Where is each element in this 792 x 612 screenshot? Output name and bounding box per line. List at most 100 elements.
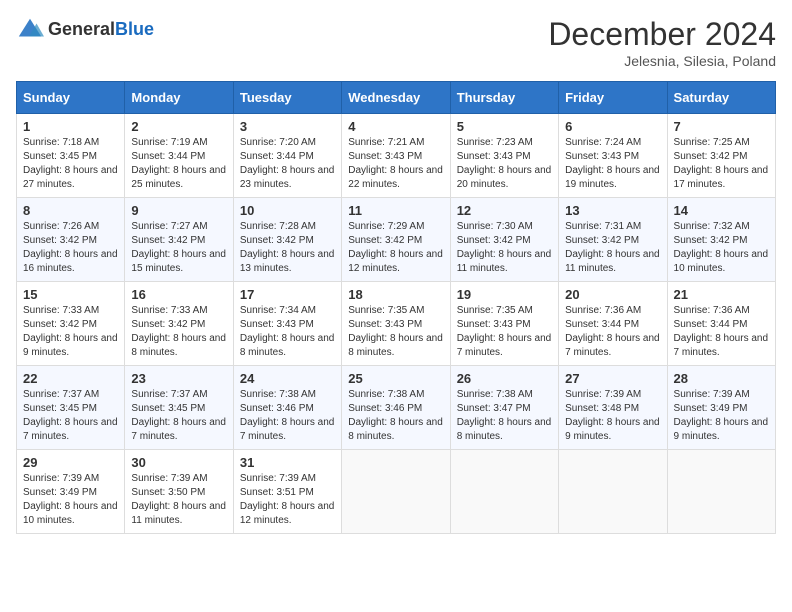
title-area: December 2024 Jelesnia, Silesia, Poland (548, 16, 776, 69)
calendar-week-row: 15 Sunrise: 7:33 AMSunset: 3:42 PMDayligh… (17, 282, 776, 366)
weekday-header-wednesday: Wednesday (342, 82, 450, 114)
calendar-cell: 5Sunrise: 7:23 AMSunset: 3:43 PMDaylight… (450, 114, 558, 198)
calendar-cell: 19Sunrise: 7:35 AMSunset: 3:43 PMDayligh… (450, 282, 558, 366)
day-info: Sunrise: 7:28 AMSunset: 3:42 PMDaylight:… (240, 220, 335, 276)
day-number: 4 (348, 119, 443, 134)
calendar-cell: 18 Sunrise: 7:35 AMSunset: 3:43 PMDayligh… (342, 282, 450, 366)
day-number: 29 (23, 455, 118, 470)
day-info: Sunrise: 7:36 AMSunset: 3:44 PMDaylight:… (565, 304, 660, 360)
day-number: 26 (457, 371, 552, 386)
calendar-cell: 15 Sunrise: 7:33 AMSunset: 3:42 PMDayligh… (17, 282, 125, 366)
day-info: Sunrise: 7:39 AMSunset: 3:49 PMDaylight:… (674, 388, 769, 444)
calendar-cell: 6 Sunrise: 7:24 AMSunset: 3:43 PMDaylight… (559, 114, 667, 198)
day-number: 16 (131, 287, 226, 302)
day-info: Sunrise: 7:21 AMSunset: 3:43 PMDaylight:… (348, 136, 443, 192)
calendar-cell: 30Sunrise: 7:39 AMSunset: 3:50 PMDayligh… (125, 450, 233, 534)
day-info: Sunrise: 7:38 AMSunset: 3:46 PMDaylight:… (240, 388, 335, 444)
day-number: 11 (348, 203, 443, 218)
day-number: 24 (240, 371, 335, 386)
day-number: 1 (23, 119, 118, 134)
logo: GeneralBlue (16, 16, 154, 44)
header: GeneralBlue December 2024 Jelesnia, Sile… (16, 16, 776, 69)
calendar-cell: 27 Sunrise: 7:39 AMSunset: 3:48 PMDayligh… (559, 366, 667, 450)
day-info: Sunrise: 7:39 AMSunset: 3:49 PMDaylight:… (23, 472, 118, 528)
day-info: Sunrise: 7:20 AMSunset: 3:44 PMDaylight:… (240, 136, 335, 192)
day-info: Sunrise: 7:35 AMSunset: 3:43 PMDaylight:… (457, 304, 552, 360)
day-info: Sunrise: 7:39 AMSunset: 3:50 PMDaylight:… (131, 472, 226, 528)
day-number: 27 (565, 371, 660, 386)
day-info: Sunrise: 7:39 AMSunset: 3:48 PMDaylight:… (565, 388, 660, 444)
calendar-cell: 9 Sunrise: 7:27 AMSunset: 3:42 PMDaylight… (125, 198, 233, 282)
day-number: 9 (131, 203, 226, 218)
calendar-cell: 20Sunrise: 7:36 AMSunset: 3:44 PMDayligh… (559, 282, 667, 366)
calendar-cell: 26Sunrise: 7:38 AMSunset: 3:47 PMDayligh… (450, 366, 558, 450)
day-number: 5 (457, 119, 552, 134)
calendar-week-row: 8 Sunrise: 7:26 AMSunset: 3:42 PMDaylight… (17, 198, 776, 282)
calendar-cell: 23Sunrise: 7:37 AMSunset: 3:45 PMDayligh… (125, 366, 233, 450)
day-info: Sunrise: 7:39 AMSunset: 3:51 PMDaylight:… (240, 472, 335, 528)
day-number: 18 (348, 287, 443, 302)
calendar-cell: 25 Sunrise: 7:38 AMSunset: 3:46 PMDayligh… (342, 366, 450, 450)
calendar-week-row: 29 Sunrise: 7:39 AMSunset: 3:49 PMDayligh… (17, 450, 776, 534)
calendar-cell: 7 Sunrise: 7:25 AMSunset: 3:42 PMDaylight… (667, 114, 775, 198)
day-info: Sunrise: 7:33 AMSunset: 3:42 PMDaylight:… (23, 304, 118, 360)
day-info: Sunrise: 7:26 AMSunset: 3:42 PMDaylight:… (23, 220, 118, 276)
calendar-table: SundayMondayTuesdayWednesdayThursdayFrid… (16, 81, 776, 534)
calendar-cell: 12 Sunrise: 7:30 AMSunset: 3:42 PMDayligh… (450, 198, 558, 282)
day-info: Sunrise: 7:38 AMSunset: 3:46 PMDaylight:… (348, 388, 443, 444)
calendar-cell (559, 450, 667, 534)
logo-icon (16, 16, 44, 44)
day-number: 13 (565, 203, 660, 218)
day-info: Sunrise: 7:35 AMSunset: 3:43 PMDaylight:… (348, 304, 443, 360)
day-number: 6 (565, 119, 660, 134)
calendar-cell: 24 Sunrise: 7:38 AMSunset: 3:46 PMDayligh… (233, 366, 341, 450)
day-info: Sunrise: 7:31 AMSunset: 3:42 PMDaylight:… (565, 220, 660, 276)
day-info: Sunrise: 7:29 AMSunset: 3:42 PMDaylight:… (348, 220, 443, 276)
logo-text-blue: Blue (115, 19, 154, 39)
calendar-cell: 21Sunrise: 7:36 AMSunset: 3:44 PMDayligh… (667, 282, 775, 366)
calendar-cell (450, 450, 558, 534)
calendar-cell: 16 Sunrise: 7:33 AMSunset: 3:42 PMDayligh… (125, 282, 233, 366)
day-number: 25 (348, 371, 443, 386)
day-number: 12 (457, 203, 552, 218)
day-info: Sunrise: 7:25 AMSunset: 3:42 PMDaylight:… (674, 136, 769, 192)
day-info: Sunrise: 7:37 AMSunset: 3:45 PMDaylight:… (23, 388, 118, 444)
calendar-cell: 8 Sunrise: 7:26 AMSunset: 3:42 PMDaylight… (17, 198, 125, 282)
calendar-cell: 22Sunrise: 7:37 AMSunset: 3:45 PMDayligh… (17, 366, 125, 450)
day-info: Sunrise: 7:18 AMSunset: 3:45 PMDaylight:… (23, 136, 118, 192)
calendar-cell: 10 Sunrise: 7:28 AMSunset: 3:42 PMDayligh… (233, 198, 341, 282)
day-number: 7 (674, 119, 769, 134)
calendar-week-row: 22Sunrise: 7:37 AMSunset: 3:45 PMDayligh… (17, 366, 776, 450)
day-number: 10 (240, 203, 335, 218)
day-info: Sunrise: 7:36 AMSunset: 3:44 PMDaylight:… (674, 304, 769, 360)
calendar-cell: 13 Sunrise: 7:31 AMSunset: 3:42 PMDayligh… (559, 198, 667, 282)
day-info: Sunrise: 7:32 AMSunset: 3:42 PMDaylight:… (674, 220, 769, 276)
calendar-cell: 31Sunrise: 7:39 AMSunset: 3:51 PMDayligh… (233, 450, 341, 534)
day-info: Sunrise: 7:27 AMSunset: 3:42 PMDaylight:… (131, 220, 226, 276)
day-number: 28 (674, 371, 769, 386)
weekday-header-tuesday: Tuesday (233, 82, 341, 114)
logo-text-general: General (48, 19, 115, 39)
location-title: Jelesnia, Silesia, Poland (548, 53, 776, 69)
calendar-cell: 3 Sunrise: 7:20 AMSunset: 3:44 PMDaylight… (233, 114, 341, 198)
day-info: Sunrise: 7:24 AMSunset: 3:43 PMDaylight:… (565, 136, 660, 192)
day-number: 3 (240, 119, 335, 134)
calendar-cell: 2 Sunrise: 7:19 AMSunset: 3:44 PMDaylight… (125, 114, 233, 198)
day-number: 23 (131, 371, 226, 386)
day-number: 15 (23, 287, 118, 302)
calendar-cell: 29 Sunrise: 7:39 AMSunset: 3:49 PMDayligh… (17, 450, 125, 534)
day-info: Sunrise: 7:19 AMSunset: 3:44 PMDaylight:… (131, 136, 226, 192)
calendar-week-row: 1 Sunrise: 7:18 AMSunset: 3:45 PMDaylight… (17, 114, 776, 198)
calendar-cell: 28 Sunrise: 7:39 AMSunset: 3:49 PMDayligh… (667, 366, 775, 450)
calendar-cell: 14Sunrise: 7:32 AMSunset: 3:42 PMDayligh… (667, 198, 775, 282)
calendar-cell: 4 Sunrise: 7:21 AMSunset: 3:43 PMDaylight… (342, 114, 450, 198)
day-info: Sunrise: 7:30 AMSunset: 3:42 PMDaylight:… (457, 220, 552, 276)
weekday-header-row: SundayMondayTuesdayWednesdayThursdayFrid… (17, 82, 776, 114)
calendar-cell: 17Sunrise: 7:34 AMSunset: 3:43 PMDayligh… (233, 282, 341, 366)
weekday-header-thursday: Thursday (450, 82, 558, 114)
day-number: 17 (240, 287, 335, 302)
day-number: 2 (131, 119, 226, 134)
day-info: Sunrise: 7:33 AMSunset: 3:42 PMDaylight:… (131, 304, 226, 360)
day-number: 8 (23, 203, 118, 218)
weekday-header-sunday: Sunday (17, 82, 125, 114)
